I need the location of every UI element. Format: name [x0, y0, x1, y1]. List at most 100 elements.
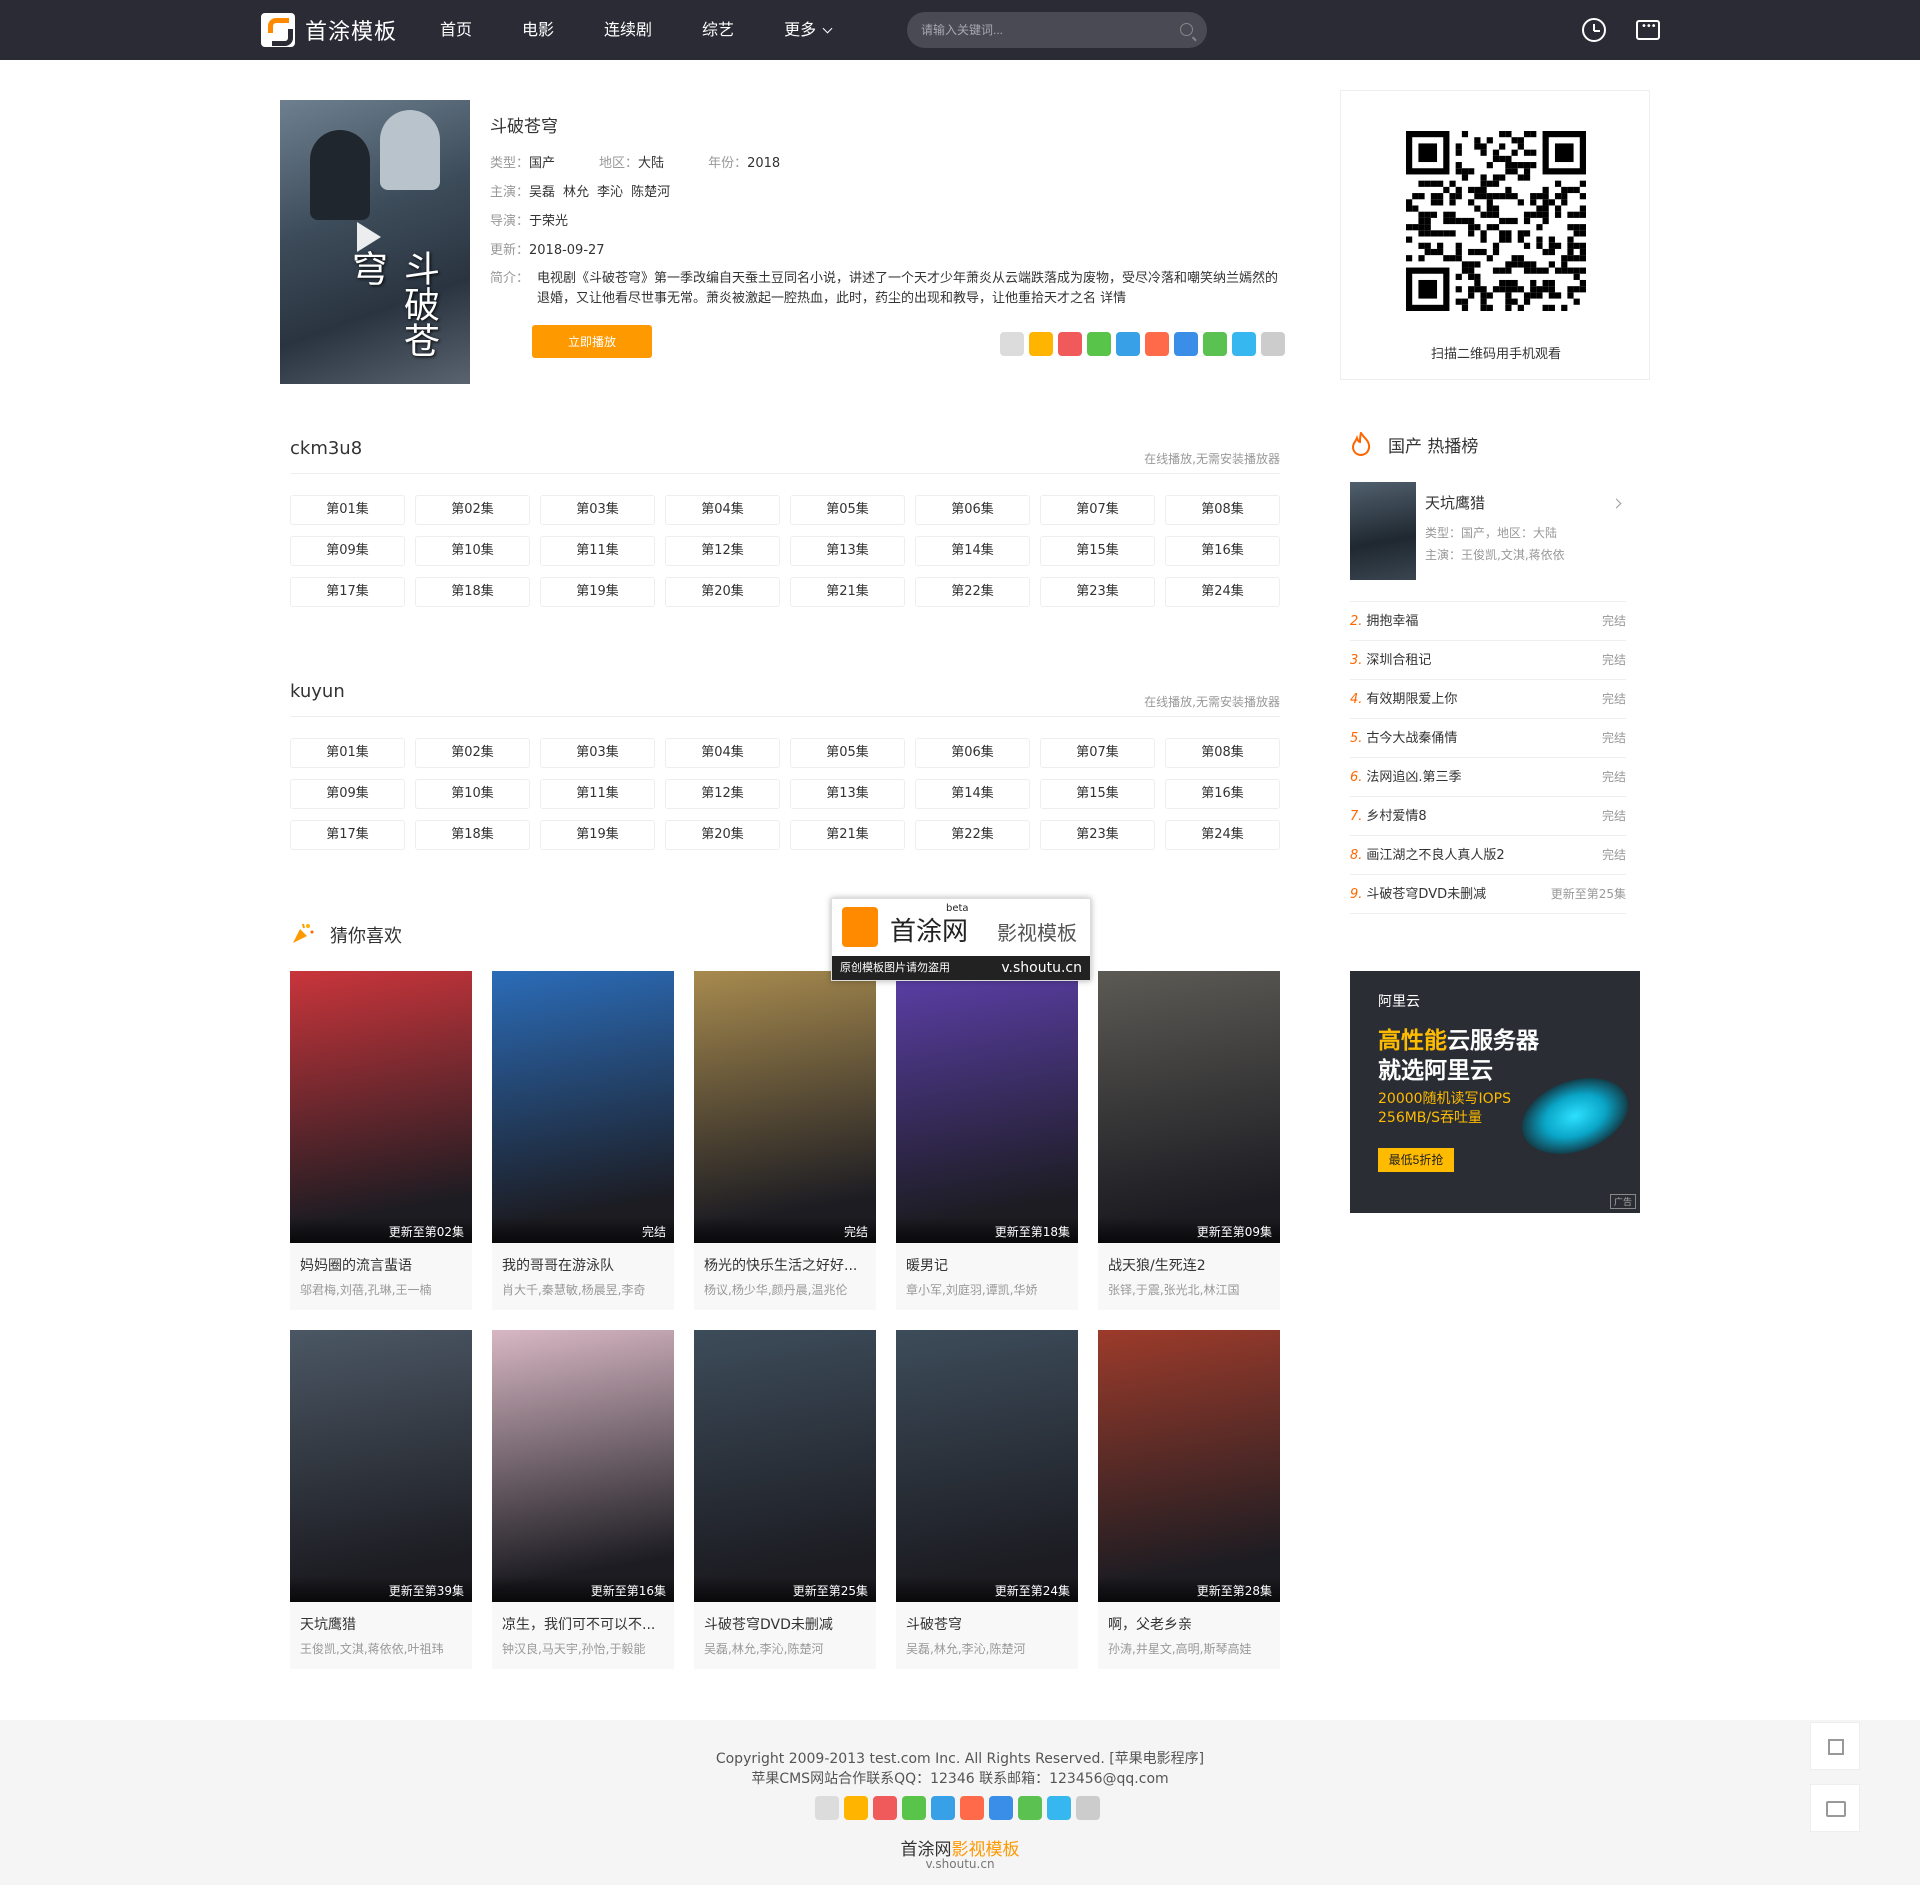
episode-button[interactable]: 第24集: [1165, 577, 1280, 607]
episode-button[interactable]: 第21集: [790, 820, 905, 850]
sina-share-icon[interactable]: [1232, 332, 1256, 356]
wechat-share-icon[interactable]: [902, 1796, 926, 1820]
nav-movie[interactable]: 电影: [522, 0, 554, 60]
qzone-share-icon[interactable]: [1029, 332, 1053, 356]
video-thumbnail[interactable]: 更新至第24集: [896, 1330, 1078, 1602]
episode-button[interactable]: 第23集: [1040, 820, 1155, 850]
episode-button[interactable]: 第22集: [915, 820, 1030, 850]
episode-button[interactable]: 第20集: [665, 820, 780, 850]
video-card-title[interactable]: 斗破苍穹DVD未删减: [694, 1602, 876, 1634]
hot-item-title[interactable]: 有效期限爱上你: [1366, 692, 1457, 707]
video-card-title[interactable]: 妈妈圈的流言蜚语: [290, 1243, 472, 1275]
episode-button[interactable]: 第18集: [415, 577, 530, 607]
site-logo[interactable]: 首涂模板: [261, 13, 397, 47]
episode-button[interactable]: 第05集: [790, 738, 905, 768]
video-card[interactable]: 更新至第16集 凉生，我们可不可以不... 钟汉良,马天宇,孙怡,于毅能: [492, 1330, 674, 1669]
aliyun-ad-banner[interactable]: 阿里云 高性能云服务器 就选阿里云 20000随机读写IOPS 256MB/S吞吐量…: [1350, 971, 1640, 1213]
ad-cta-button[interactable]: 最低5折抢: [1378, 1148, 1454, 1172]
episode-button[interactable]: 第21集: [790, 577, 905, 607]
episode-button[interactable]: 第02集: [415, 495, 530, 525]
episode-button[interactable]: 第13集: [790, 779, 905, 809]
episode-button[interactable]: 第09集: [290, 536, 405, 566]
hot-list-item[interactable]: 8. 画江湖之不良人真人版2 完结: [1350, 836, 1626, 875]
hot-top-title[interactable]: 天坑鹰猎: [1425, 492, 1485, 513]
episode-button[interactable]: 第24集: [1165, 820, 1280, 850]
episode-button[interactable]: 第09集: [290, 779, 405, 809]
year-value[interactable]: 2018: [747, 149, 780, 178]
episode-button[interactable]: 第15集: [1040, 536, 1155, 566]
episode-button[interactable]: 第13集: [790, 536, 905, 566]
video-card[interactable]: 完结 杨光的快乐生活之好好... 杨议,杨少华,颜丹晨,温兆伦: [694, 971, 876, 1310]
renren-share-icon[interactable]: [1203, 332, 1227, 356]
hot-item-title[interactable]: 法网追凶.第三季: [1366, 770, 1461, 785]
episode-button[interactable]: 第04集: [665, 495, 780, 525]
episode-button[interactable]: 第06集: [915, 738, 1030, 768]
episode-button[interactable]: 第16集: [1165, 779, 1280, 809]
baidu-share-icon[interactable]: [989, 1796, 1013, 1820]
play-now-button[interactable]: 立即播放: [532, 325, 652, 358]
video-card[interactable]: 完结 我的哥哥在游泳队 肖大千,秦慧敏,杨晨昱,李奇: [492, 971, 674, 1310]
hot-list-item[interactable]: 4. 有效期限爱上你 完结: [1350, 680, 1626, 719]
play-icon[interactable]: [357, 222, 381, 252]
nav-variety[interactable]: 综艺: [702, 0, 734, 60]
wechat-share-icon[interactable]: [1087, 332, 1111, 356]
message-icon[interactable]: [1636, 20, 1660, 40]
more-share-icon[interactable]: [1076, 1796, 1100, 1820]
hot-item-title[interactable]: 深圳合租记: [1366, 653, 1431, 668]
episode-button[interactable]: 第04集: [665, 738, 780, 768]
nav-home[interactable]: 首页: [440, 0, 472, 60]
share-icon[interactable]: [1000, 332, 1024, 356]
episode-button[interactable]: 第02集: [415, 738, 530, 768]
episode-button[interactable]: 第07集: [1040, 495, 1155, 525]
hot-item-title[interactable]: 斗破苍穹DVD未删减: [1366, 887, 1486, 902]
episode-button[interactable]: 第12集: [665, 536, 780, 566]
video-card-title[interactable]: 战天狼/生死连2: [1098, 1243, 1280, 1275]
video-card-title[interactable]: 啊，父老乡亲: [1098, 1602, 1280, 1634]
renren-share-icon[interactable]: [1018, 1796, 1042, 1820]
episode-button[interactable]: 第11集: [540, 536, 655, 566]
qq-share-icon[interactable]: [1145, 332, 1169, 356]
weibo-share-icon[interactable]: [873, 1796, 897, 1820]
episode-button[interactable]: 第06集: [915, 495, 1030, 525]
video-card[interactable]: 更新至第28集 啊，父老乡亲 孙涛,井星文,高明,斯琴高娃: [1098, 1330, 1280, 1669]
hot-list-item[interactable]: 7. 乡村爱情8 完结: [1350, 797, 1626, 836]
episode-button[interactable]: 第14集: [915, 536, 1030, 566]
qq-share-icon[interactable]: [960, 1796, 984, 1820]
video-card[interactable]: 更新至第25集 斗破苍穹DVD未删减 吴磊,林允,李沁,陈楚河: [694, 1330, 876, 1669]
qzone-share-icon[interactable]: [844, 1796, 868, 1820]
share-icon[interactable]: [815, 1796, 839, 1820]
episode-button[interactable]: 第19集: [540, 820, 655, 850]
hot-top-item[interactable]: 天坑鹰猎 类型：国产，地区：大陆 主演：王俊凯,文淇,蒋依依: [1350, 482, 1626, 602]
hot-list-item[interactable]: 2. 拥抱幸福 完结: [1350, 602, 1626, 641]
actor-link[interactable]: 林允: [563, 178, 589, 207]
episode-button[interactable]: 第17集: [290, 820, 405, 850]
episode-button[interactable]: 第08集: [1165, 738, 1280, 768]
search-icon[interactable]: [1180, 23, 1193, 36]
video-thumbnail[interactable]: 更新至第16集: [492, 1330, 674, 1602]
hot-list-item[interactable]: 5. 古今大战秦俑情 完结: [1350, 719, 1626, 758]
float-feedback-button[interactable]: [1810, 1784, 1860, 1832]
nav-more[interactable]: 更多: [784, 0, 833, 60]
hot-item-title[interactable]: 拥抱幸福: [1366, 614, 1418, 629]
hot-item-title[interactable]: 乡村爱情8: [1366, 809, 1426, 824]
video-thumbnail[interactable]: 更新至第02集: [290, 971, 472, 1243]
more-share-icon[interactable]: [1261, 332, 1285, 356]
video-poster[interactable]: 斗破苍穹: [280, 100, 470, 384]
episode-button[interactable]: 第23集: [1040, 577, 1155, 607]
episode-button[interactable]: 第11集: [540, 779, 655, 809]
nav-series[interactable]: 连续剧: [604, 0, 652, 60]
search-input[interactable]: [907, 23, 1157, 37]
video-card-title[interactable]: 斗破苍穹: [896, 1602, 1078, 1634]
episode-button[interactable]: 第22集: [915, 577, 1030, 607]
episode-button[interactable]: 第16集: [1165, 536, 1280, 566]
episode-button[interactable]: 第19集: [540, 577, 655, 607]
actor-link[interactable]: 李沁: [597, 178, 623, 207]
video-card-title[interactable]: 暖男记: [896, 1243, 1078, 1275]
video-thumbnail[interactable]: 更新至第25集: [694, 1330, 876, 1602]
episode-button[interactable]: 第05集: [790, 495, 905, 525]
video-card-title[interactable]: 杨光的快乐生活之好好...: [694, 1243, 876, 1275]
episode-button[interactable]: 第01集: [290, 495, 405, 525]
weibo-share-icon[interactable]: [1058, 332, 1082, 356]
video-thumbnail[interactable]: 更新至第39集: [290, 1330, 472, 1602]
episode-button[interactable]: 第15集: [1040, 779, 1155, 809]
